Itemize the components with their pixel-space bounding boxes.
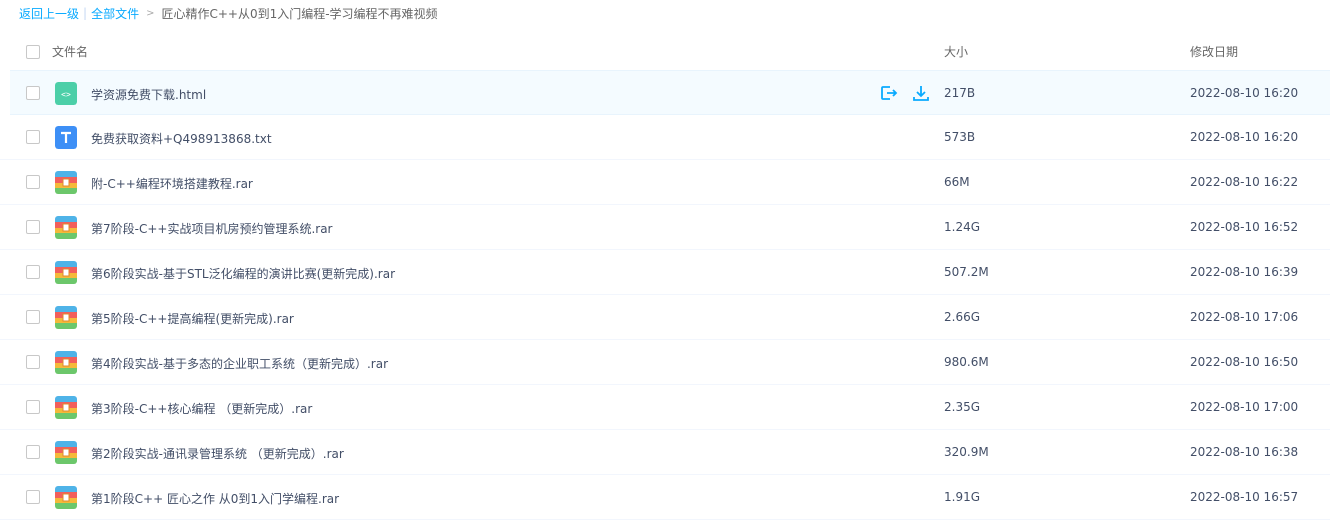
back-link[interactable]: 返回上一级: [19, 5, 79, 22]
file-name[interactable]: 学资源免费下载.html: [91, 86, 206, 103]
share-icon[interactable]: [878, 83, 898, 103]
row-checkbox[interactable]: [26, 310, 40, 324]
file-date: 2022-08-10 17:00: [1190, 400, 1299, 414]
rar-file-icon: [55, 216, 77, 239]
file-row[interactable]: 第2阶段实战-通讯录管理系统 （更新完成）.rar 320.9M 2022-08…: [0, 430, 1330, 475]
rar-file-icon: [55, 441, 77, 464]
file-date: 2022-08-10 16:52: [1190, 220, 1299, 234]
row-checkbox[interactable]: [26, 355, 40, 369]
rar-file-icon: [55, 396, 77, 419]
file-row[interactable]: 免费获取资料+Q498913868.txt 573B 2022-08-10 16…: [0, 115, 1330, 160]
file-row[interactable]: 附-C++编程环境搭建教程.rar 66M 2022-08-10 16:22: [0, 160, 1330, 205]
file-size: 980.6M: [944, 355, 989, 369]
file-name[interactable]: 第3阶段-C++核心编程 （更新完成）.rar: [91, 400, 312, 417]
breadcrumb: 返回上一级 | 全部文件 > 匠心精作C++从0到1入门编程-学习编程不再难视频: [19, 4, 438, 22]
row-checkbox[interactable]: [26, 445, 40, 459]
file-date: 2022-08-10 16:39: [1190, 265, 1299, 279]
file-row[interactable]: 第1阶段C++ 匠心之作 从0到1入门学编程.rar 1.91G 2022-08…: [0, 475, 1330, 520]
row-checkbox[interactable]: [26, 265, 40, 279]
column-name-header[interactable]: 文件名: [52, 43, 88, 60]
file-size: 66M: [944, 175, 970, 189]
file-size: 1.24G: [944, 220, 981, 234]
file-size: 507.2M: [944, 265, 989, 279]
file-row[interactable]: 第6阶段实战-基于STL泛化编程的演讲比赛(更新完成).rar 507.2M 2…: [0, 250, 1330, 295]
file-name[interactable]: 第7阶段-C++实战项目机房预约管理系统.rar: [91, 220, 333, 237]
column-size-header[interactable]: 大小: [944, 43, 968, 60]
rar-file-icon: [55, 306, 77, 329]
row-checkbox[interactable]: [26, 490, 40, 504]
rar-file-icon: [55, 171, 77, 194]
file-row[interactable]: <> 学资源免费下载.html 217B 2022-08-10 16:20: [10, 70, 1330, 115]
file-name[interactable]: 第6阶段实战-基于STL泛化编程的演讲比赛(更新完成).rar: [91, 265, 395, 282]
file-size: 573B: [944, 130, 976, 144]
file-name[interactable]: 附-C++编程环境搭建教程.rar: [91, 175, 253, 192]
file-row[interactable]: 第3阶段-C++核心编程 （更新完成）.rar 2.35G 2022-08-10…: [0, 385, 1330, 430]
file-name[interactable]: 第4阶段实战-基于多态的企业职工系统（更新完成）.rar: [91, 355, 388, 372]
breadcrumb-separator: |: [83, 6, 88, 20]
file-size: 2.66G: [944, 310, 981, 324]
file-size: 1.91G: [944, 490, 981, 504]
select-all-checkbox[interactable]: [26, 45, 40, 59]
file-list: 文件名 大小 修改日期 <> 学资源免费下载.html 217B 2022-08…: [0, 28, 1330, 520]
file-name[interactable]: 第1阶段C++ 匠心之作 从0到1入门学编程.rar: [91, 490, 339, 507]
rar-file-icon: [55, 261, 77, 284]
file-size: 2.35G: [944, 400, 981, 414]
file-date: 2022-08-10 16:20: [1190, 130, 1299, 144]
file-size: 217B: [944, 86, 976, 100]
file-row[interactable]: 第7阶段-C++实战项目机房预约管理系统.rar 1.24G 2022-08-1…: [0, 205, 1330, 250]
file-name[interactable]: 免费获取资料+Q498913868.txt: [91, 130, 272, 147]
txt-file-icon: [55, 126, 77, 149]
download-icon[interactable]: [911, 83, 931, 103]
all-files-link[interactable]: 全部文件: [91, 5, 139, 22]
row-checkbox[interactable]: [26, 130, 40, 144]
file-size: 320.9M: [944, 445, 989, 459]
column-date-header[interactable]: 修改日期: [1190, 43, 1238, 60]
row-checkbox[interactable]: [26, 175, 40, 189]
rar-file-icon: [55, 486, 77, 509]
list-header: 文件名 大小 修改日期: [0, 28, 1330, 70]
file-date: 2022-08-10 16:38: [1190, 445, 1299, 459]
file-date: 2022-08-10 16:50: [1190, 355, 1299, 369]
file-date: 2022-08-10 16:57: [1190, 490, 1299, 504]
row-checkbox[interactable]: [26, 400, 40, 414]
row-checkbox[interactable]: [26, 86, 40, 100]
current-folder: 匠心精作C++从0到1入门编程-学习编程不再难视频: [161, 6, 438, 21]
file-name[interactable]: 第2阶段实战-通讯录管理系统 （更新完成）.rar: [91, 445, 344, 462]
file-date: 2022-08-10 17:06: [1190, 310, 1299, 324]
file-row[interactable]: 第5阶段-C++提高编程(更新完成).rar 2.66G 2022-08-10 …: [0, 295, 1330, 340]
row-checkbox[interactable]: [26, 220, 40, 234]
file-date: 2022-08-10 16:20: [1190, 86, 1299, 100]
svg-text:<>: <>: [61, 90, 71, 99]
file-date: 2022-08-10 16:22: [1190, 175, 1299, 189]
html-file-icon: <>: [55, 82, 77, 105]
breadcrumb-arrow-icon: >: [146, 7, 155, 19]
file-row[interactable]: 第4阶段实战-基于多态的企业职工系统（更新完成）.rar 980.6M 2022…: [0, 340, 1330, 385]
rar-file-icon: [55, 351, 77, 374]
file-name[interactable]: 第5阶段-C++提高编程(更新完成).rar: [91, 310, 294, 327]
